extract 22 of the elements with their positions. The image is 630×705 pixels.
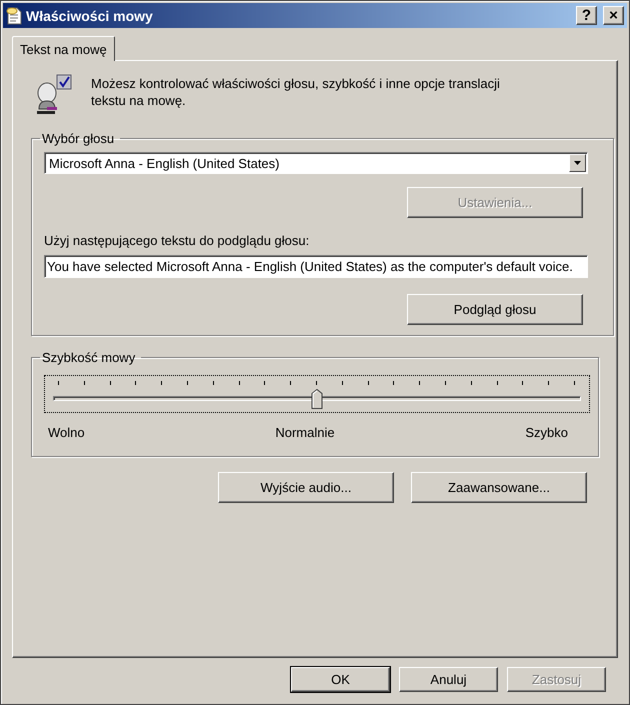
dropdown-arrow-icon	[574, 161, 581, 165]
preview-button[interactable]: Podgląd głosu	[407, 294, 583, 325]
slider-thumb[interactable]	[312, 389, 322, 409]
window-title: Właściwości mowy	[26, 8, 154, 24]
audio-output-button[interactable]: Wyjście audio...	[218, 472, 394, 503]
help-button[interactable]: ?	[576, 6, 597, 25]
scale-label: Szybko	[525, 425, 568, 440]
tab[interactable]: Tekst na mowę	[12, 36, 115, 61]
document-icon	[6, 6, 22, 24]
scale-label: Normalnie	[275, 425, 335, 440]
close-button[interactable]: ×	[603, 6, 624, 25]
intro-text: Możesz kontrolować właściwości głosu, szybkość i inne opcje translacji tekstu na mowę.	[91, 75, 501, 109]
scale-label: Wolno	[48, 425, 85, 440]
group-title: Szybkość mowy	[41, 350, 136, 365]
group-title: Wybór głosu	[41, 131, 116, 146]
speech-rate-slider[interactable]	[44, 375, 590, 413]
dialog-button[interactable]: OK	[291, 667, 390, 692]
preview-text-field[interactable]: You have selected Microsoft Anna - English (United States) as the computer's default voice.	[44, 255, 588, 278]
preview-label: Użyj następującego tekstu do podglądu głosu:	[44, 233, 310, 248]
advanced-button[interactable]: Zaawansowane...	[411, 472, 587, 503]
dialog-button[interactable]: Anuluj	[399, 667, 498, 692]
voice-select[interactable]: Microsoft Anna - English (United States)	[44, 152, 588, 174]
